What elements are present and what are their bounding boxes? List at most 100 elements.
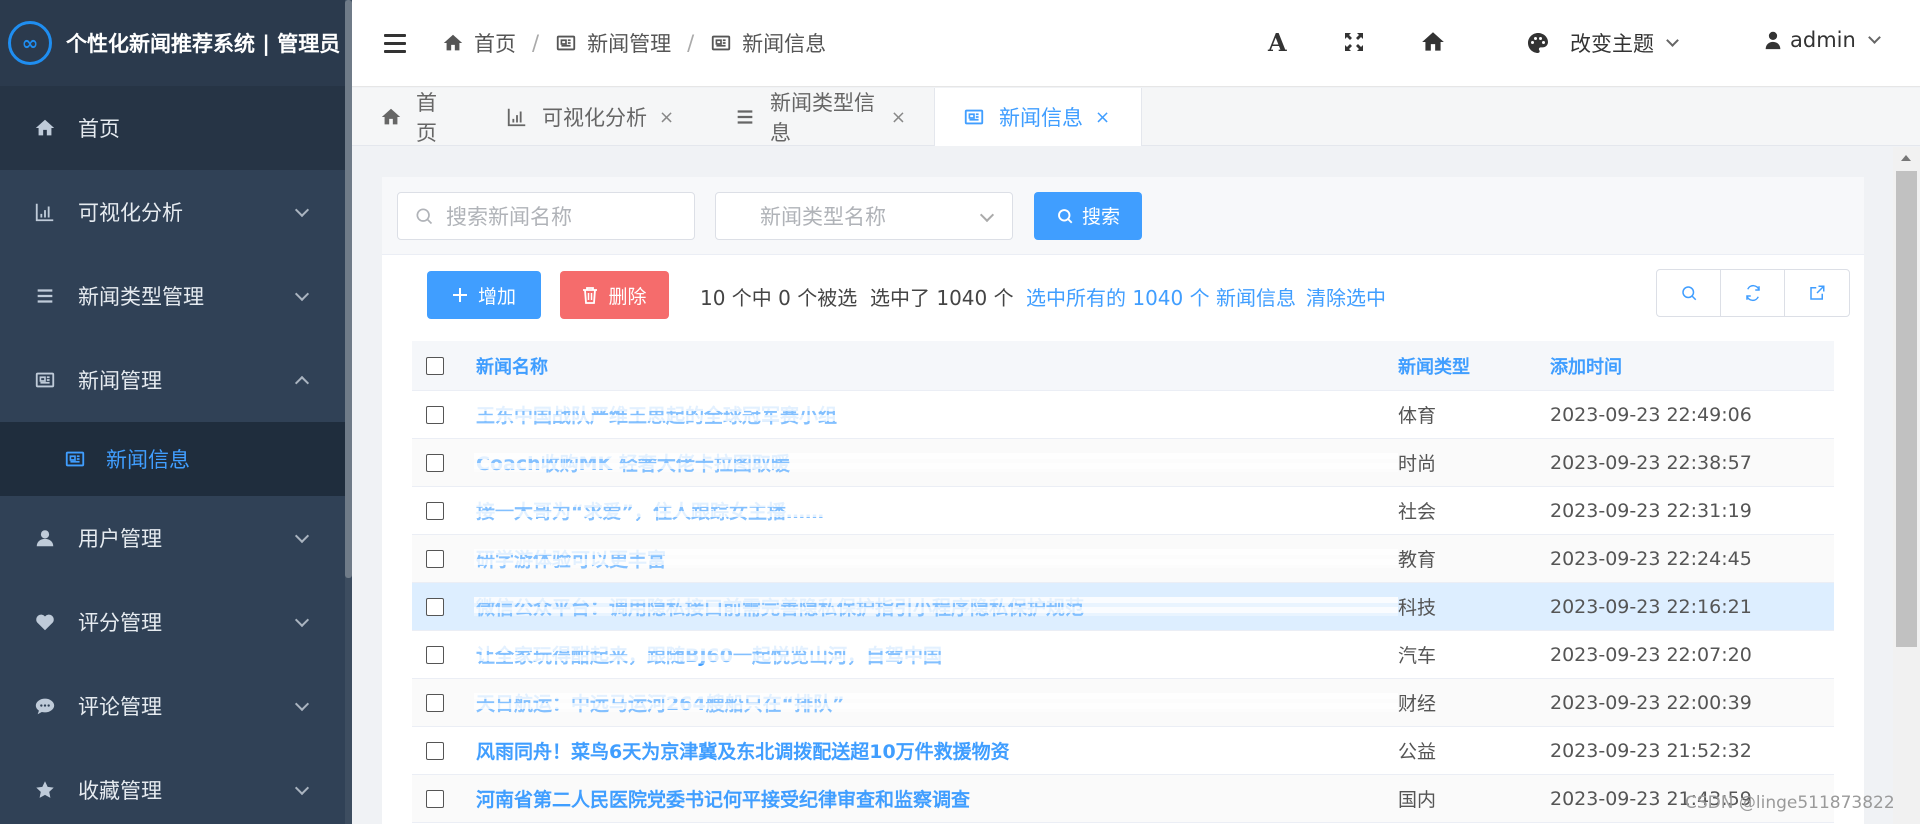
home-icon[interactable] (1420, 29, 1446, 55)
refresh-icon[interactable] (1721, 270, 1785, 316)
row-checkbox[interactable] (426, 597, 444, 616)
close-icon[interactable]: × (1095, 107, 1110, 128)
user-icon (32, 525, 58, 551)
sidebar-item-home[interactable]: 首页 (0, 86, 345, 170)
row-add-time: 2023-09-23 22:00:39 (1550, 691, 1752, 714)
row-checkbox-cell (412, 405, 474, 424)
select-all-checkbox[interactable] (426, 356, 444, 375)
header-news-type[interactable]: 新闻类型 (1398, 353, 1550, 379)
table-row[interactable]: 让全家玩得酣起来，跟随BJ60一起悦览山河，自驾中国 汽车 2023-09-23… (412, 631, 1834, 679)
row-news-type: 社会 (1398, 501, 1437, 523)
table-row[interactable]: 接一大哥为“求爱”，住人跟踪女主播…… 社会 2023-09-23 22:31:… (412, 487, 1834, 535)
topbar: 首页 / 新闻管理 / 新闻信息 A 改变主题 admin (352, 0, 1920, 87)
row-news-type: 时尚 (1398, 453, 1437, 475)
sidebar-item-label: 评分管理 (78, 611, 162, 635)
news-icon (555, 32, 577, 54)
sidebar-subitem-news-info[interactable]: 新闻信息 (0, 422, 345, 496)
sidebar-item-user-management[interactable]: 用户管理 (0, 496, 345, 580)
table-row[interactable]: 风雨同舟！菜鸟6天为京津冀及东北调拨配送超10万件救援物资 公益 2023-09… (412, 727, 1834, 775)
add-button[interactable]: 增加 (427, 271, 541, 319)
sidebar-item-comment-management[interactable]: 评论管理 (0, 664, 345, 748)
table-row[interactable]: 天日航运：中远马运河264艘船只在“排队” 财经 2023-09-23 22:0… (412, 679, 1834, 727)
table-row[interactable]: 微信公众平台：调用隐私接口前需完善隐私保护指引小程序隐私保护规范 科技 2023… (412, 583, 1834, 631)
delete-button[interactable]: 删除 (560, 271, 669, 319)
content-scrollbar-thumb[interactable] (1896, 171, 1917, 647)
star-icon (32, 777, 58, 803)
selection-info: 10 个中 0 个被选 (700, 286, 858, 310)
tab-visual-analysis[interactable]: 可视化分析 × (478, 88, 706, 146)
tab-news-info[interactable]: 新闻信息 × (934, 88, 1142, 146)
news-icon (64, 447, 88, 471)
sidebar-scrollbar-thumb[interactable] (345, 0, 352, 578)
tab-news-type-info[interactable]: 新闻类型信息 × (706, 88, 934, 146)
table-row[interactable]: 河南省第二人民医院党委书记何平接受纪律审查和监察调查 国内 2023-09-23… (412, 775, 1834, 823)
list-icon (734, 106, 756, 128)
row-news-name[interactable]: 天日航运：中远马运河264艘船只在“排队” (474, 689, 1398, 716)
action-toolbar: 增加 删除 10 个中 0 个被选 选中了 1040 个 选中所有的 1040 … (382, 255, 1864, 335)
row-news-name[interactable]: 王东中国战队严维王思起的全球冠军赛小组 (474, 401, 1398, 428)
row-checkbox[interactable] (426, 405, 444, 424)
chevron-down-icon (294, 780, 310, 796)
export-icon[interactable] (1785, 270, 1849, 316)
tab-label: 新闻信息 (999, 106, 1083, 130)
list-icon (32, 283, 58, 309)
header-add-time[interactable]: 添加时间 (1550, 353, 1830, 379)
clear-selection-link[interactable]: 清除选中 (1306, 282, 1386, 311)
search-button[interactable]: 搜索 (1034, 191, 1142, 240)
font-size-icon[interactable]: A (1268, 28, 1287, 57)
close-icon[interactable]: × (659, 107, 674, 128)
row-news-name[interactable]: 微信公众平台：调用隐私接口前需完善隐私保护指引小程序隐私保护规范 (474, 593, 1398, 620)
tab-label: 可视化分析 (542, 106, 647, 130)
content-scrollbar[interactable] (1893, 147, 1920, 824)
user-name: admin (1790, 28, 1856, 52)
sidebar-item-news-type[interactable]: 新闻类型管理 (0, 254, 345, 338)
sidebar-item-favorite-management[interactable]: 收藏管理 (0, 748, 345, 824)
breadcrumb-item-news-management[interactable]: 新闻管理 (555, 28, 671, 58)
row-checkbox[interactable] (426, 693, 444, 712)
heart-icon (32, 609, 58, 635)
row-news-name[interactable]: 研学游体验可以更丰富 (474, 545, 1398, 572)
row-checkbox[interactable] (426, 453, 444, 472)
row-news-name[interactable]: 风雨同舟！菜鸟6天为京津冀及东北调拨配送超10万件救援物资 (474, 737, 1398, 764)
select-all-link[interactable]: 选中所有的 1040 个 新闻信息 (1026, 282, 1296, 311)
user-menu[interactable]: admin (1762, 28, 1881, 52)
table-row[interactable]: 王东中国战队严维王思起的全球冠军赛小组 体育 2023-09-23 22:49:… (412, 391, 1834, 439)
row-checkbox[interactable] (426, 741, 444, 760)
header-news-name[interactable]: 新闻名称 (474, 353, 1398, 379)
row-news-name[interactable]: 接一大哥为“求爱”，住人跟踪女主播…… (474, 497, 1398, 524)
delete-button-label: 删除 (608, 285, 647, 308)
logo-icon: ∞ (8, 21, 52, 65)
row-checkbox-cell (412, 789, 474, 808)
hamburger-menu-icon[interactable] (384, 33, 406, 53)
row-checkbox[interactable] (426, 501, 444, 520)
chevron-down-icon (294, 696, 310, 712)
close-icon[interactable]: × (891, 107, 906, 128)
breadcrumb-item-home[interactable]: 首页 (442, 28, 516, 58)
row-checkbox[interactable] (426, 789, 444, 808)
table-row[interactable]: Coach收购MK 轻奢大佬卡拉图取暖 时尚 2023-09-23 22:38:… (412, 439, 1834, 487)
news-name-search-input[interactable]: 搜索新闻名称 (397, 191, 695, 240)
row-checkbox[interactable] (426, 549, 444, 568)
sidebar-item-label: 新闻类型管理 (78, 285, 204, 309)
chart-icon (32, 199, 58, 225)
theme-switcher[interactable]: 改变主题 (1526, 28, 1679, 58)
search-toggle-icon[interactable] (1657, 270, 1721, 316)
row-checkbox[interactable] (426, 645, 444, 664)
sidebar-item-visual-analysis[interactable]: 可视化分析 (0, 170, 345, 254)
sidebar-item-rating-management[interactable]: 评分管理 (0, 580, 345, 664)
search-placeholder: 搜索新闻名称 (446, 204, 572, 229)
palette-icon (1526, 31, 1550, 55)
row-news-name[interactable]: Coach收购MK 轻奢大佬卡拉图取暖 (474, 449, 1398, 476)
fullscreen-icon[interactable] (1342, 30, 1366, 54)
row-news-name[interactable]: 让全家玩得酣起来，跟随BJ60一起悦览山河，自驾中国 (474, 641, 1398, 668)
news-type-select[interactable]: 新闻类型名称 (715, 191, 1013, 240)
sidebar-item-news-management[interactable]: 新闻管理 (0, 338, 345, 422)
chevron-up-icon (294, 375, 310, 391)
tab-home[interactable]: 首页 (352, 88, 478, 146)
scroll-up-arrow-icon[interactable] (1901, 155, 1911, 161)
row-add-time: 2023-09-23 22:38:57 (1550, 451, 1752, 474)
sidebar: ∞ 个性化新闻推荐系统 | 管理员 首页 可视化分析 新闻类型管理 新闻管理 新… (0, 0, 345, 824)
table-row[interactable]: 研学游体验可以更丰富 教育 2023-09-23 22:24:45 (412, 535, 1834, 583)
home-icon (380, 106, 402, 128)
row-news-name[interactable]: 河南省第二人民医院党委书记何平接受纪律审查和监察调查 (474, 785, 1398, 812)
